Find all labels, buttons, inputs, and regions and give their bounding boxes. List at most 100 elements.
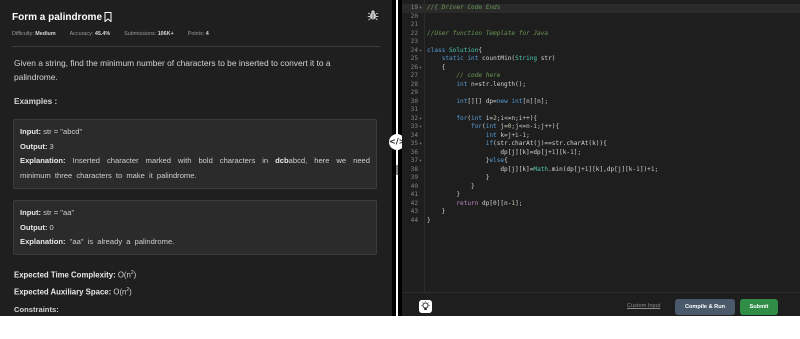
line-number: 34 [410,131,418,139]
constraints-heading: Constraints: [14,305,59,314]
code-text: if(str.charAt(j)==str.charAt(k)){ [485,140,607,147]
bug-icon[interactable] [367,9,379,21]
code-line[interactable]: 22 //User function Template for Java [402,30,800,39]
line-number: 37 [410,157,418,164]
code-text: } [427,174,490,181]
fold-chevron-icon[interactable]: ▾ [419,115,422,124]
code-line[interactable]: 27 // code here [402,72,800,81]
code-line[interactable]: 41 } [402,191,800,200]
lightbulb-icon[interactable] [419,300,432,313]
line-number: 24 [410,46,418,54]
code-line[interactable]: 30 int[][] dp=new int[n][n]; [402,98,800,107]
line-number: 38 [410,165,418,173]
example-box: Input: str = "aa" Output: 0 Explanation:… [13,200,377,255]
line-number: 41 [410,191,418,198]
example-box: Input: str = "abcd" Output: 3 Explanatio… [13,119,377,189]
code-text: int n=str.length(); [456,80,527,88]
line-number: 33 [410,123,418,130]
line-number: 44 [410,216,418,224]
code-text: //User function Template for Java [427,29,549,37]
code-line[interactable]: 33 ▾ for(int j=0;j<=n-i;j++){ [402,123,800,132]
code-line[interactable]: 19 ▾ //{ Driver Code Ends [402,4,800,13]
line-number: 43 [410,208,418,215]
code-text: static int countMin(String str) [441,55,556,62]
line-number: 26 [410,63,418,71]
code-text: class Solution{ [427,46,483,54]
code-text: for(int i=2;i<=n;i++){ [456,114,538,122]
example-output: Output: 0 [20,222,54,232]
example-input: Input: str = "aa" [20,208,75,217]
code-text: } [427,191,461,198]
line-number: 21 [410,21,418,28]
code-line[interactable]: 38 dp[j][k]=Math.min(dp[j+1][k],dp[j][k-… [402,166,800,175]
compile-run-button[interactable]: Compile & Run [675,299,735,315]
fold-chevron-icon[interactable]: ▾ [419,47,422,56]
code-text: // code here [427,72,501,79]
fold-chevron-icon[interactable]: ▾ [419,140,422,149]
fold-chevron-icon[interactable]: ▾ [419,157,422,166]
problem-meta: Difficulty: Medium Accuracy: 45.4% Submi… [12,31,209,37]
code-line[interactable]: 35 ▾ if(str.charAt(j)==str.charAt(k)){ [402,140,800,149]
code-line[interactable]: 26 ▾ { [402,64,800,73]
code-line[interactable]: 20 [402,13,800,22]
scrollbar-thumb[interactable] [396,165,398,175]
code-text: } [427,182,475,190]
line-number: 30 [410,97,418,105]
code-text: for(int j=0;j<=n-i;j++){ [471,123,560,130]
code-line[interactable]: 39 } [402,174,800,183]
examples-heading: Examples : [14,97,58,106]
code-line[interactable]: 40 } [402,183,800,192]
code-line[interactable]: 21 [402,21,800,30]
example-output: Output: 3 [20,141,54,151]
code-line[interactable]: 24 ▾ class Solution{ [402,47,800,56]
line-number: 36 [410,148,418,156]
code-line[interactable]: 36 dp[j][k]=dp[j+1][k-1]; [402,149,800,158]
code-panel: 19 ▾//{ Driver Code Ends 20 21 22//User func… [402,0,800,316]
code-text: }else{ [427,157,508,164]
fold-chevron-icon[interactable]: ▾ [419,123,422,132]
code-text: { [427,63,446,71]
code-line[interactable]: 43 } [402,208,800,217]
code-line[interactable]: 29 [402,89,800,98]
code-text: return dp[0][n-1]; [456,199,523,207]
divider [12,46,380,47]
code-line[interactable]: 28 int n=str.length(); [402,81,800,90]
example-explanation: Explanation: Inserted character marked w… [20,156,370,180]
line-number: 19 [410,4,418,11]
difficulty: Difficulty: Medium [12,31,56,37]
code-text: //{ Driver Code Ends [427,4,501,11]
line-number: 22 [410,29,418,37]
editor-toolbar: Custom Input Compile & Run Submit [402,292,800,316]
fold-chevron-icon[interactable]: ▾ [419,64,422,73]
code-line[interactable]: 37 ▾ }else{ [402,157,800,166]
fold-chevron-icon[interactable]: ▾ [419,4,422,13]
code-line[interactable]: 32 ▾ for(int i=2;i<=n;i++){ [402,115,800,124]
custom-input-link[interactable]: Custom Input [627,303,660,309]
code-text: dp[j][k]=dp[j+1][k-1]; [427,148,582,156]
line-number: 25 [410,55,418,62]
bookmark-icon[interactable] [104,12,112,22]
code-line[interactable]: 25 static int countMin(String str) [402,55,800,64]
code-line[interactable]: 42 return dp[0][n-1]; [402,200,800,209]
accuracy: Accuracy: 45.4% [69,31,111,37]
line-number: 31 [410,106,418,113]
line-number: 39 [410,174,418,181]
space-complexity: Expected Auxiliary Space: O(n2) [14,286,132,297]
line-number: 29 [410,89,418,96]
line-number: 28 [410,80,418,88]
points: Points: 4 [187,31,209,37]
code-editor[interactable]: 19 ▾//{ Driver Code Ends 20 21 22//User func… [402,0,800,292]
divider-line [396,0,398,316]
line-number: 20 [410,12,418,20]
submissions: Submissions: 106K+ [124,31,174,37]
title-row: Form a palindrome [12,9,112,25]
line-number: 42 [410,199,418,207]
code-line[interactable]: 31 [402,106,800,115]
time-complexity: Expected Time Complexity: O(n2) [14,270,137,280]
code-line[interactable]: 44} [402,217,800,226]
code-text: dp[j][k]=Math.min(dp[j+1][k],dp[j][k-1])… [427,165,659,173]
submit-button[interactable]: Submit [740,299,778,315]
code-line[interactable]: 34 int k=j+i-1; [402,132,800,141]
code-text: } [427,216,431,224]
code-line[interactable]: 23 [402,38,800,47]
